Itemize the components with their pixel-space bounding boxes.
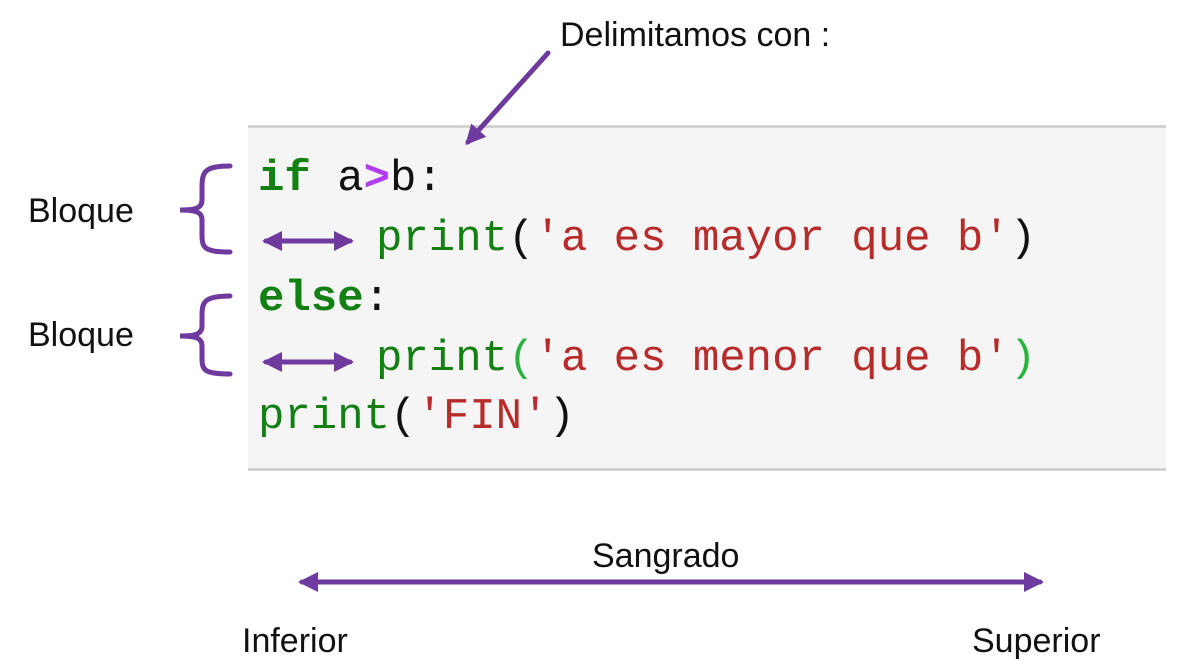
block-brace-if (179, 163, 233, 255)
annotation-graphics (179, 50, 1044, 592)
delimiter-pointer-arrow (465, 50, 551, 145)
block-brace-else (179, 293, 233, 377)
